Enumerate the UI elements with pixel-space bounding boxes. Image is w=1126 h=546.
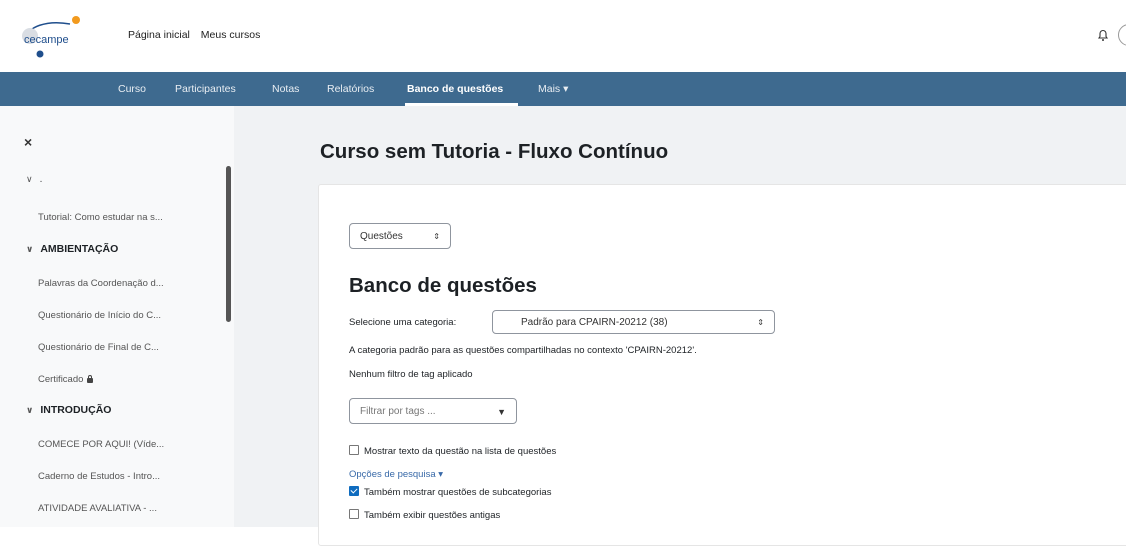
chevron-down-icon: ∨ [26, 244, 34, 254]
show-question-text-option[interactable]: Mostrar texto da questão na lista de que… [349, 445, 556, 457]
drawer-section-introducao[interactable]: ∨ INTRODUÇÃO [26, 404, 111, 416]
section-heading: Banco de questões [349, 274, 537, 297]
page-title: Curso sem Tutoria - Fluxo Contínuo [320, 140, 669, 163]
category-select-value: Padrão para CPAIRN-20212 (38) [521, 317, 668, 328]
section-general-label: . [39, 174, 43, 185]
tab-relatorios[interactable]: Relatórios [327, 72, 374, 106]
lock-icon [87, 375, 94, 383]
search-options-toggle[interactable]: Opções de pesquisa ▾ [349, 469, 443, 480]
show-question-text-label: Mostrar texto da questão na lista de que… [364, 446, 557, 457]
question-bank-nav-value: Questões [360, 231, 403, 242]
show-old-questions-label: Também exibir questões antigas [364, 510, 501, 521]
tab-mais[interactable]: Mais ▾ [538, 72, 568, 106]
show-old-questions-option[interactable]: Também exibir questões antigas [349, 509, 500, 521]
section-ambientacao-label: AMBIENTAÇÃO [40, 243, 119, 255]
tab-participantes[interactable]: Participantes [175, 72, 236, 106]
tab-notas[interactable]: Notas [272, 72, 299, 106]
tag-filter-dropdown[interactable]: Filtrar por tags ... ▼ [349, 398, 517, 424]
drawer-scrollbar[interactable] [226, 166, 231, 322]
select-arrows-icon: ⇕ [433, 232, 440, 241]
tab-curso[interactable]: Curso [118, 72, 146, 106]
drawer-item-atividade-avaliativa[interactable]: ATIVIDADE AVALIATIVA - ... [38, 503, 157, 514]
show-old-questions-checkbox[interactable] [349, 509, 359, 519]
show-subcategories-checkbox[interactable] [349, 486, 359, 496]
course-index-drawer: × ∨. Tutorial: Como estudar na s... ∨ AMB… [0, 106, 235, 527]
chevron-down-icon: ∨ [26, 405, 34, 415]
drawer-item-tutorial[interactable]: Tutorial: Como estudar na s... [38, 212, 163, 223]
nav-my-courses-link[interactable]: Meus cursos [201, 29, 261, 41]
close-drawer-button[interactable]: × [24, 134, 32, 150]
certificado-label: Certificado [38, 374, 84, 385]
drawer-item-questionario-final[interactable]: Questionário de Final de C... [38, 342, 159, 353]
category-description: A categoria padrão para as questões comp… [349, 345, 697, 356]
question-bank-card: Questões ⇕ Banco de questões Selecione u… [318, 184, 1126, 546]
category-select[interactable]: Padrão para CPAIRN-20212 (38) ⇕ [492, 310, 775, 334]
question-bank-nav-select[interactable]: Questões ⇕ [349, 223, 451, 249]
user-avatar[interactable] [1118, 24, 1126, 46]
chevron-down-icon: ∨ [26, 174, 33, 184]
main-region: Curso sem Tutoria - Fluxo Contínuo Quest… [234, 106, 1126, 546]
drawer-item-palavras-coordenacao[interactable]: Palavras da Coordenação d... [38, 278, 164, 289]
top-nav-links: Página inicial Meus cursos [128, 29, 268, 41]
site-logo[interactable]: cecampe [18, 14, 108, 58]
drawer-item-questionario-inicio[interactable]: Questionário de Início do C... [38, 310, 161, 321]
drawer-item-certificado[interactable]: Certificado [38, 374, 94, 385]
course-secondary-nav: Curso Participantes Notas Relatórios Ban… [0, 72, 1126, 106]
show-subcategories-label: Também mostrar questões de subcategorias [364, 487, 552, 498]
drawer-item-caderno-estudos[interactable]: Caderno de Estudos - Intro... [38, 471, 160, 482]
nav-home-link[interactable]: Página inicial [128, 29, 190, 41]
show-question-text-checkbox[interactable] [349, 445, 359, 455]
caret-down-icon: ▼ [497, 407, 506, 417]
tag-filter-status: Nenhum filtro de tag aplicado [349, 369, 473, 380]
show-subcategories-option[interactable]: Também mostrar questões de subcategorias [349, 486, 551, 498]
category-label: Selecione uma categoria: [349, 317, 457, 328]
drawer-item-comece-por-aqui[interactable]: COMECE POR AQUI! (Víde... [38, 439, 164, 450]
tab-banco-de-questoes[interactable]: Banco de questões [407, 72, 503, 106]
top-navbar: cecampe Página inicial Meus cursos [0, 0, 1126, 73]
logo-text: cecampe [24, 34, 69, 46]
bell-icon[interactable] [1096, 28, 1110, 42]
select-arrows-icon: ⇕ [757, 318, 764, 327]
drawer-section-ambientacao[interactable]: ∨ AMBIENTAÇÃO [26, 243, 118, 255]
drawer-section-general[interactable]: ∨. [26, 174, 42, 185]
tag-filter-placeholder: Filtrar por tags ... [360, 406, 436, 417]
section-introducao-label: INTRODUÇÃO [40, 404, 112, 416]
